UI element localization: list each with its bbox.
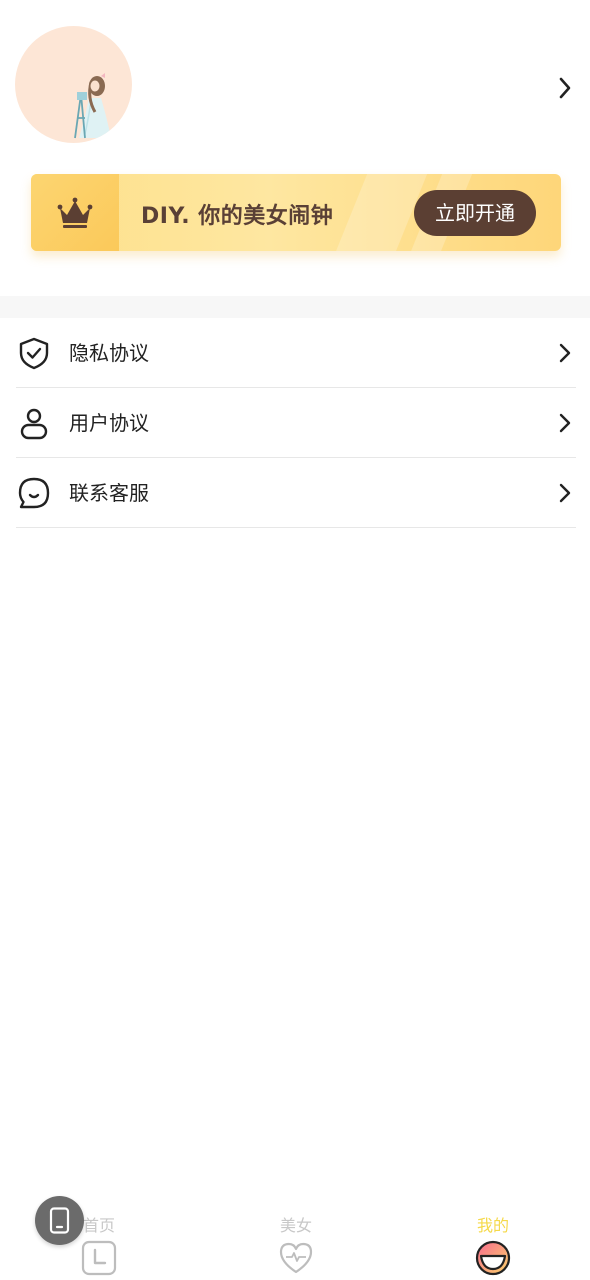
tab-label: 我的: [476, 1216, 509, 1235]
settings-menu: 隐私协议 用户协议 联系客服: [0, 318, 590, 528]
profile-chevron-icon[interactable]: [552, 74, 578, 102]
tab-label: 美女: [279, 1216, 312, 1235]
menu-item-label: 隐私协议: [69, 341, 149, 365]
heart-pulse-icon: [279, 1242, 313, 1274]
section-divider: [0, 296, 590, 318]
chat-bubble-icon: [18, 477, 50, 509]
vip-banner-text: DIY. 你的美女闹钟: [141, 204, 334, 229]
crown-icon: [57, 197, 93, 228]
menu-item-contact-support[interactable]: 联系客服: [0, 458, 590, 528]
menu-item-label: 联系客服: [69, 481, 149, 505]
smile-icon: [475, 1240, 511, 1276]
vip-banner[interactable]: DIY. 你的美女闹钟 立即开通: [31, 174, 561, 251]
menu-item-privacy-policy[interactable]: 隐私协议: [0, 318, 590, 388]
avatar[interactable]: [15, 26, 132, 143]
user-icon: [20, 408, 48, 440]
tab-beauty[interactable]: 美女: [236, 1196, 356, 1280]
phone-icon: [49, 1207, 70, 1234]
shield-check-icon: [19, 337, 49, 370]
menu-item-label: 用户协议: [69, 411, 149, 435]
tab-mine[interactable]: 我的: [433, 1196, 553, 1280]
bottom-tab-bar: 首页 美女 我的: [0, 1196, 590, 1280]
chevron-right-icon: [559, 483, 571, 503]
activate-vip-button[interactable]: 立即开通: [414, 190, 536, 236]
chevron-right-icon: [559, 413, 571, 433]
anime-girl-avatar: [74, 73, 111, 139]
divider: [16, 527, 576, 528]
floating-phone-button[interactable]: [35, 1196, 84, 1245]
chevron-right-icon: [559, 343, 571, 363]
clock-icon: [81, 1240, 117, 1276]
menu-item-user-agreement[interactable]: 用户协议: [0, 388, 590, 458]
